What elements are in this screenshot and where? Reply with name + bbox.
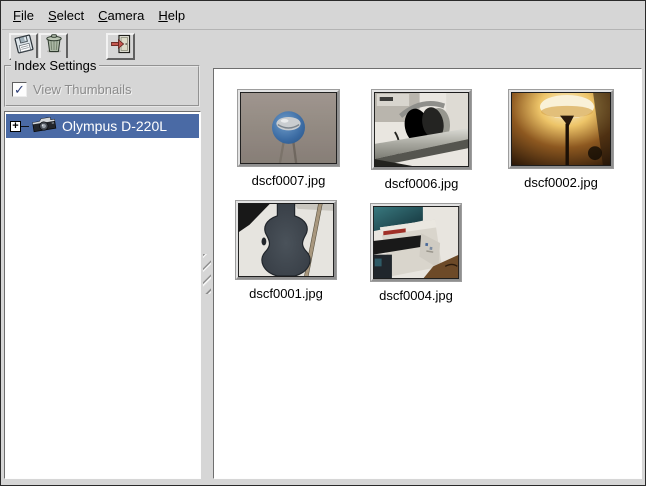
view-thumbnails-checkbox[interactable]: ✓ — [12, 82, 27, 97]
photo-floor-lamp — [511, 92, 611, 166]
thumbnail-filename: dscf0002.jpg — [524, 175, 598, 190]
menu-bar: File Select Camera Help — [2, 2, 644, 30]
photo-blue-component — [240, 92, 337, 164]
photo-guitar-case — [238, 203, 334, 277]
thumbnail-cell: dscf0006.jpg — [372, 90, 471, 191]
exit-button[interactable] — [106, 33, 135, 60]
thumbnail-panel: dscf0007.jpg — [213, 68, 642, 479]
thumbnail-filename: dscf0006.jpg — [385, 176, 459, 191]
menu-help[interactable]: Help — [151, 5, 192, 26]
thumbnail-cell: dscf0004.jpg — [371, 204, 461, 303]
thumbnail-dscf0001[interactable] — [236, 201, 336, 279]
thumbnail-filename: dscf0001.jpg — [249, 286, 323, 301]
pane-splitter[interactable] — [201, 68, 213, 479]
menu-file[interactable]: File — [6, 5, 41, 26]
thumbnail-cell: dscf0001.jpg — [236, 201, 336, 301]
delete-button[interactable] — [39, 33, 68, 60]
tree-row-olympus[interactable]: + Olympus D-220L — [6, 114, 199, 138]
trash-icon — [43, 33, 65, 60]
menu-select[interactable]: Select — [41, 5, 91, 26]
tree-connector — [21, 126, 29, 127]
save-icon — [13, 33, 35, 60]
view-thumbnails-row: ✓ View Thumbnails — [12, 82, 132, 97]
thumbnail-dscf0007[interactable] — [238, 90, 339, 166]
app-window: File Select Camera Help — [0, 0, 646, 486]
exit-icon — [110, 33, 132, 60]
photo-printer — [373, 206, 459, 279]
splitter-grip-icon[interactable] — [203, 254, 211, 294]
thumbnail-dscf0004[interactable] — [371, 204, 461, 281]
view-thumbnails-label: View Thumbnails — [33, 82, 132, 97]
thumbnail-cell: dscf0007.jpg — [238, 90, 339, 188]
index-settings-title: Index Settings — [11, 58, 99, 73]
camera-icon — [30, 115, 58, 138]
index-settings-frame: Index Settings ✓ View Thumbnails — [4, 65, 200, 107]
tree-expander-icon[interactable]: + — [10, 121, 21, 132]
camera-tree: + Olympus D-220L — [4, 111, 201, 479]
save-button[interactable] — [9, 33, 38, 60]
menu-camera[interactable]: Camera — [91, 5, 151, 26]
thumbnail-filename: dscf0004.jpg — [379, 288, 453, 303]
photo-headphones — [374, 92, 469, 167]
thumbnail-dscf0002[interactable] — [509, 90, 613, 168]
thumbnail-filename: dscf0007.jpg — [252, 173, 326, 188]
tree-item-label: Olympus D-220L — [62, 118, 167, 134]
thumbnail-dscf0006[interactable] — [372, 90, 471, 169]
thumbnail-cell: dscf0002.jpg — [509, 90, 613, 190]
